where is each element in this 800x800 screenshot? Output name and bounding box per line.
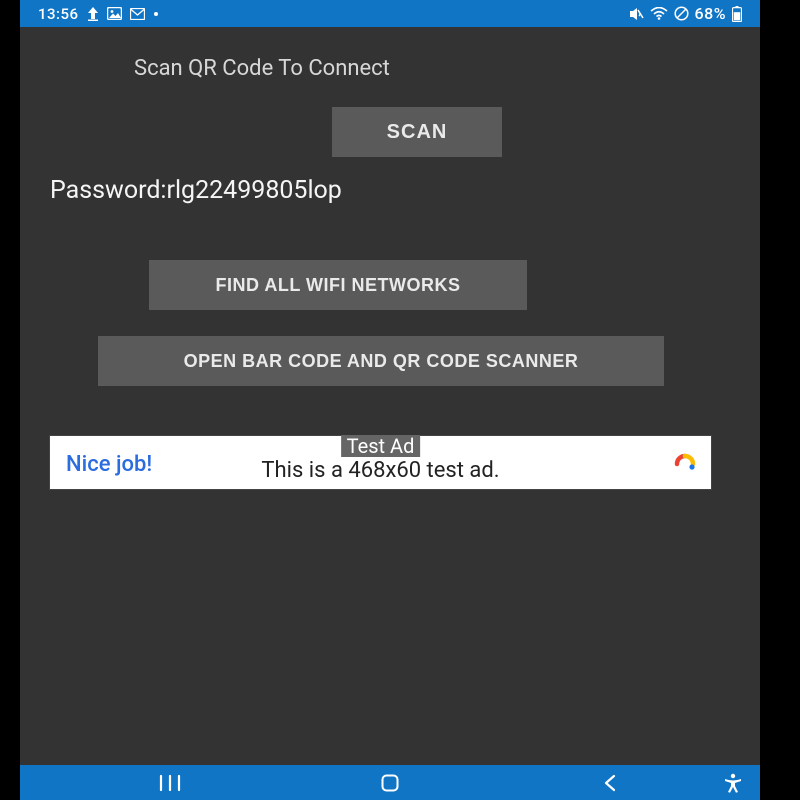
app-screen: 13:56 68% bbox=[20, 0, 760, 800]
status-right-cluster: 68% bbox=[628, 4, 742, 23]
wifi-icon bbox=[650, 7, 668, 20]
gmail-icon bbox=[130, 8, 145, 20]
more-notifications-dot bbox=[153, 11, 159, 17]
vibrate-mute-icon bbox=[628, 7, 644, 21]
status-left-cluster: 13:56 bbox=[38, 5, 159, 23]
image-icon bbox=[107, 7, 122, 20]
nav-bar bbox=[20, 765, 760, 800]
no-data-icon bbox=[674, 6, 689, 21]
clock-text: 13:56 bbox=[38, 5, 79, 23]
recents-button[interactable] bbox=[148, 765, 192, 800]
find-wifi-button[interactable]: FIND ALL WIFI NETWORKS bbox=[149, 260, 527, 310]
home-button[interactable] bbox=[368, 765, 412, 800]
back-button[interactable] bbox=[588, 765, 632, 800]
scan-button[interactable]: SCAN bbox=[332, 107, 502, 157]
battery-icon bbox=[732, 6, 742, 22]
ad-center-text: This is a 468x60 test ad. bbox=[50, 458, 711, 483]
scan-heading: Scan QR Code To Connect bbox=[134, 56, 390, 81]
status-bar: 13:56 68% bbox=[20, 0, 760, 27]
upload-icon bbox=[87, 7, 99, 21]
open-scanner-button[interactable]: OPEN BAR CODE AND QR CODE SCANNER bbox=[98, 336, 664, 386]
ad-tag-label: Test Ad bbox=[341, 435, 421, 457]
admob-logo-icon bbox=[673, 452, 697, 480]
ad-banner[interactable]: Test Ad Nice job! This is a 468x60 test … bbox=[49, 435, 712, 490]
battery-percent-text: 68% bbox=[695, 4, 726, 23]
main-content: Scan QR Code To Connect SCAN Password:rl… bbox=[20, 27, 760, 765]
accessibility-button[interactable] bbox=[715, 765, 750, 800]
password-text: Password:rlg22499805lop bbox=[50, 176, 342, 205]
